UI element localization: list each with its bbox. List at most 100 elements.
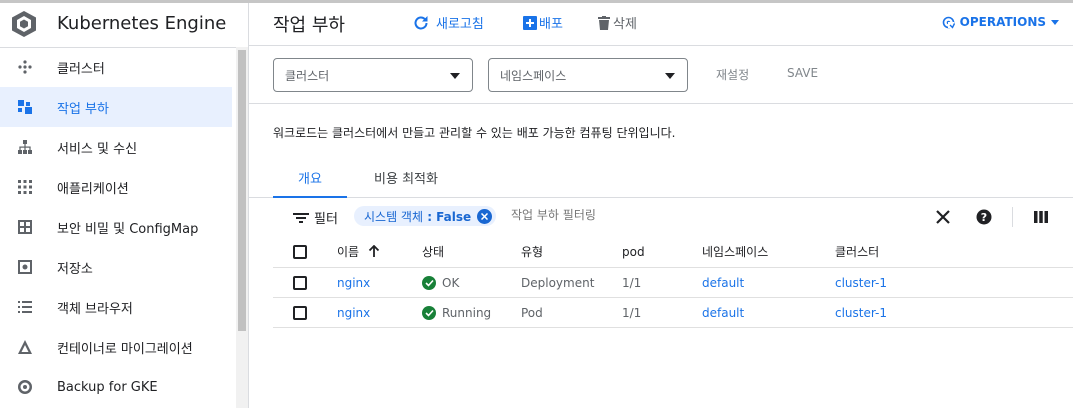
services-icon [18, 140, 32, 154]
namespace-link[interactable]: default [702, 298, 744, 327]
pods-cell: 1/1 [622, 305, 642, 320]
table-row: nginx OK Deployment 1/1 default cluster-… [273, 268, 1073, 298]
refresh-button[interactable]: 새로고침 [412, 13, 484, 32]
sidebar: Kubernetes Engine 클러스터 작업 부하 서비스 및 수신 애플… [0, 3, 249, 408]
table-row: nginx Running Pod 1/1 default cluster-1 [273, 298, 1073, 328]
sidebar-item-storage[interactable]: 저장소 [0, 247, 236, 287]
chip-close-icon[interactable] [477, 208, 493, 224]
help-icon[interactable]: ? [975, 208, 993, 226]
object-browser-icon [18, 301, 32, 313]
refresh-label: 새로고침 [436, 17, 484, 32]
table-header-row: 이름 상태 유형 pod 네임스페이스 클러스터 [273, 236, 1073, 268]
type-cell: Deployment [521, 275, 595, 290]
column-display-icon[interactable] [1032, 208, 1050, 226]
reset-button[interactable]: 재설정 [716, 66, 749, 83]
sidebar-item-label: 저장소 [57, 261, 93, 277]
status-cell: OK [422, 268, 459, 297]
column-header-cluster[interactable]: 클러스터 [835, 236, 879, 267]
deploy-button[interactable]: 배포 [523, 13, 563, 32]
svg-text:?: ? [981, 211, 987, 224]
check-circle-icon [422, 305, 436, 320]
select-all-checkbox[interactable] [293, 244, 307, 259]
operations-icon [942, 16, 955, 29]
sidebar-item-label: 보안 비밀 및 ConfigMap [57, 221, 199, 237]
filter-chip[interactable]: 시스템 객체 : False [354, 206, 497, 226]
namespace-select[interactable]: 네임스페이스 [488, 58, 688, 92]
cluster-select-placeholder: 클러스터 [285, 69, 330, 83]
add-box-icon [523, 15, 537, 30]
sidebar-item-backup[interactable]: Backup for GKE [0, 367, 236, 407]
tab-cost-optimization[interactable]: 비용 최적화 [361, 158, 451, 196]
clusters-icon [18, 60, 32, 74]
migrate-icon [18, 340, 32, 354]
namespace-select-placeholder: 네임스페이스 [500, 69, 567, 83]
sidebar-item-migrate-to-containers[interactable]: 컨테이너로 마이그레이션 [0, 327, 236, 367]
row-checkbox[interactable] [293, 275, 307, 290]
status-cell: Running [422, 298, 491, 327]
secrets-icon [18, 220, 32, 234]
select-all-cell [293, 236, 307, 267]
table-toolbar: 필터 시스템 객체 : False ? [273, 198, 1065, 236]
page-title: 작업 부하 [273, 15, 345, 36]
applications-icon [18, 180, 32, 194]
delete-label: 삭제 [613, 17, 637, 32]
kubernetes-engine-logo-icon [12, 11, 36, 37]
sidebar-item-secrets-configmaps[interactable]: 보안 비밀 및 ConfigMap [0, 207, 236, 247]
tab-overview[interactable]: 개요 [273, 158, 347, 198]
namespace-link[interactable]: default [702, 268, 744, 297]
column-header-name[interactable]: 이름 [337, 236, 380, 267]
close-icon[interactable] [934, 208, 952, 226]
workload-name-link[interactable]: nginx [337, 268, 370, 297]
cluster-select[interactable]: 클러스터 [273, 58, 473, 92]
delete-button[interactable]: 삭제 [598, 13, 637, 32]
sort-arrow-up-icon [368, 245, 380, 257]
column-header-pods[interactable]: pod [622, 236, 645, 267]
page-description: 워크로드는 클러스터에서 만들고 관리할 수 있는 배포 가능한 컴퓨팅 단위입… [273, 126, 676, 140]
product-title: Kubernetes Engine [57, 13, 227, 34]
workload-name-link[interactable]: nginx [337, 298, 370, 327]
column-header-namespace[interactable]: 네임스페이스 [702, 236, 768, 267]
column-header-status[interactable]: 상태 [422, 236, 444, 267]
filter-button[interactable]: 필터 [293, 208, 338, 227]
filter-list-icon [293, 212, 309, 223]
sidebar-item-label: 클러스터 [57, 61, 105, 77]
column-header-type[interactable]: 유형 [521, 236, 543, 267]
sidebar-item-label: 애플리케이션 [57, 181, 129, 197]
row-checkbox[interactable] [293, 305, 307, 320]
sidebar-item-services[interactable]: 서비스 및 수신 [0, 127, 236, 167]
operations-button[interactable]: OPERATIONS [942, 15, 1059, 29]
sidebar-item-label: 컨테이너로 마이그레이션 [57, 341, 193, 357]
pods-cell: 1/1 [622, 275, 642, 290]
status-text: OK [442, 275, 460, 290]
sidebar-item-label: 서비스 및 수신 [57, 141, 138, 157]
tab-bar: 개요 비용 최적화 [249, 158, 1073, 198]
backup-icon [18, 380, 32, 394]
sidebar-item-applications[interactable]: 애플리케이션 [0, 167, 236, 207]
filter-workloads-input[interactable] [511, 208, 811, 222]
sidebar-item-label: 객체 브라우저 [57, 301, 133, 317]
resource-filter-bar: 클러스터 네임스페이스 재설정 SAVE [249, 45, 1073, 104]
sidebar-item-label: Backup for GKE [57, 379, 158, 395]
product-header: Kubernetes Engine [0, 3, 248, 48]
cluster-link[interactable]: cluster-1 [835, 268, 887, 297]
sidebar-item-label: 작업 부하 [57, 101, 109, 117]
page-header: 작업 부하 새로고침 배포 삭제 OPERATIONS [249, 3, 1073, 45]
workloads-icon [18, 100, 32, 114]
sidebar-item-object-browser[interactable]: 객체 브라우저 [0, 287, 236, 327]
check-circle-icon [422, 275, 436, 290]
workloads-table: 이름 상태 유형 pod 네임스페이스 클러스터 nginx OK Deploy… [273, 236, 1073, 328]
sidebar-item-clusters[interactable]: 클러스터 [0, 47, 236, 87]
sidebar-item-workloads[interactable]: 작업 부하 [0, 87, 232, 127]
deploy-label: 배포 [539, 17, 563, 32]
row-select-cell [293, 268, 307, 297]
refresh-icon [414, 15, 428, 29]
storage-icon [18, 260, 32, 274]
operations-label: OPERATIONS [959, 15, 1046, 29]
save-button[interactable]: SAVE [787, 66, 818, 80]
cluster-link[interactable]: cluster-1 [835, 298, 887, 327]
sidebar-scrollbar-thumb[interactable] [238, 50, 246, 331]
filter-chip-text: 시스템 객체 : False [364, 209, 472, 224]
row-select-cell [293, 298, 307, 327]
chevron-down-icon [1051, 19, 1059, 25]
dropdown-arrow-icon [665, 73, 675, 79]
